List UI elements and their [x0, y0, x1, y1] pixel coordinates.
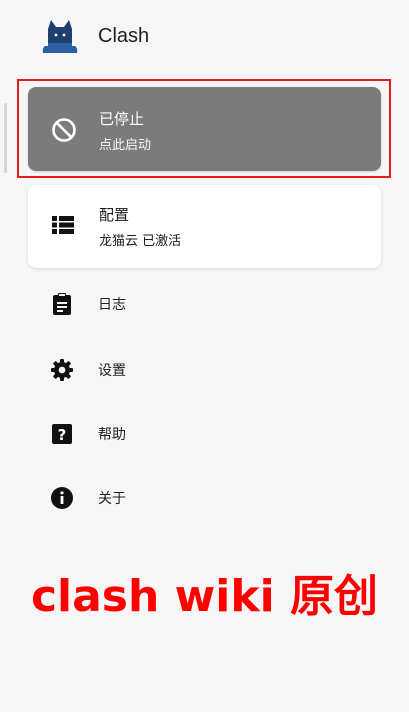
menu-item-help-label: 帮助	[98, 427, 126, 443]
cat-logo-icon	[42, 20, 78, 53]
info-icon	[51, 487, 73, 509]
scrollbar[interactable]	[4, 103, 7, 173]
menu-item-about[interactable]: 关于	[0, 473, 409, 523]
menu-item-logs-label: 日志	[98, 297, 126, 313]
question-icon: ?	[52, 424, 72, 444]
menu-item-settings[interactable]: 设置	[0, 345, 409, 395]
app-header: Clash	[0, 0, 409, 76]
status-title: 已停止	[99, 110, 145, 128]
profile-card[interactable]: 配置 龙猫云 已激活	[28, 185, 381, 268]
clipboard-icon	[53, 293, 71, 315]
menu-item-help[interactable]: ? 帮助	[0, 409, 409, 459]
profile-title: 配置	[99, 206, 130, 224]
profile-subtitle: 龙猫云 已激活	[99, 234, 182, 249]
menu-item-logs[interactable]: 日志	[0, 279, 409, 329]
status-subtitle: 点此启动	[99, 138, 152, 153]
watermark-text: clash wiki 原创	[30, 571, 379, 622]
gear-icon	[51, 359, 73, 381]
list-icon	[52, 216, 74, 234]
stop-circle-icon	[52, 118, 76, 142]
status-card-start-button[interactable]: 已停止 点此启动	[28, 87, 381, 171]
svg-text:?: ?	[58, 426, 67, 444]
menu-item-about-label: 关于	[98, 491, 126, 507]
app-title: Clash	[98, 25, 150, 47]
menu-item-settings-label: 设置	[98, 363, 126, 379]
